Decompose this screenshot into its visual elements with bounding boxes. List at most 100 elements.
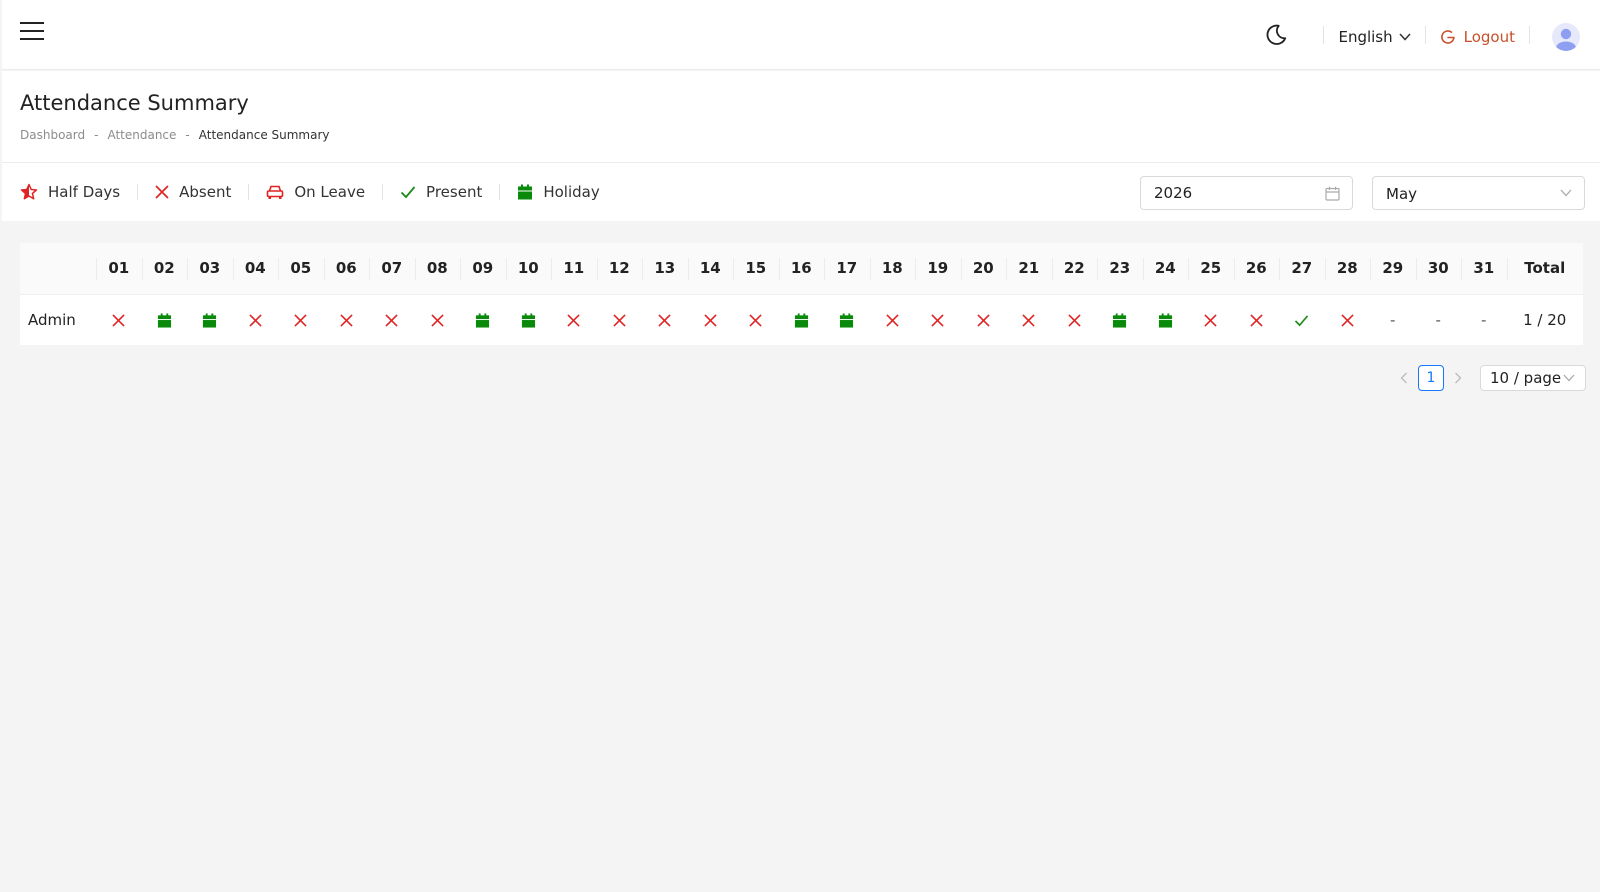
header-day-23: 23	[1097, 243, 1143, 295]
absent-x-icon	[1250, 314, 1263, 327]
calendar-icon	[1325, 186, 1340, 201]
page-size-value: 10 / page	[1490, 369, 1562, 387]
header-day-16: 16	[778, 243, 824, 295]
attendance-cell-29: -	[1390, 310, 1396, 329]
absent-x-icon	[294, 314, 307, 327]
header-day-28: 28	[1324, 243, 1370, 295]
header-day-30: 30	[1415, 243, 1461, 295]
holiday-calendar-icon	[157, 313, 171, 328]
year-input[interactable]	[1154, 184, 1314, 202]
chevron-right-icon	[1455, 372, 1462, 384]
page-header: Attendance Summary Dashboard - Attendanc…	[2, 71, 1600, 163]
top-right-controls: English Logout	[1263, 0, 1580, 70]
page-size-select[interactable]: 10 / page	[1480, 365, 1586, 391]
legend-label: On Leave	[294, 183, 366, 201]
attendance-cell-28	[1325, 294, 1371, 345]
attendance-cell-30: -	[1435, 310, 1441, 329]
next-page-button[interactable]	[1450, 370, 1466, 386]
attendance-cell-25	[1188, 294, 1234, 345]
language-label: English	[1338, 28, 1393, 46]
attendance-cell-23	[1097, 294, 1143, 345]
breadcrumb-attendance[interactable]: Attendance	[107, 128, 176, 142]
header-day-11: 11	[551, 243, 597, 295]
header-day-10: 10	[505, 243, 551, 295]
header-day-08: 08	[414, 243, 460, 295]
logout-button[interactable]: Logout	[1440, 28, 1515, 46]
absent-x-icon	[931, 314, 944, 327]
attendance-cell-10	[506, 294, 552, 345]
dark-mode-moon-icon[interactable]	[1263, 22, 1289, 48]
divider	[1323, 26, 1325, 44]
month-value: May	[1386, 185, 1418, 203]
attendance-cell-12	[597, 294, 643, 345]
present-check-icon	[1295, 315, 1309, 327]
legend-label: Present	[426, 183, 483, 201]
attendance-cell-21	[1006, 294, 1052, 345]
absent-x-icon	[1204, 314, 1217, 327]
holiday-calendar-icon	[1158, 313, 1172, 328]
header-day-02: 02	[141, 243, 187, 295]
header-day-03: 03	[187, 243, 233, 295]
absent-x-icon	[1022, 314, 1035, 327]
attendance-cell-11	[551, 294, 597, 345]
breadcrumb-separator: -	[185, 128, 190, 142]
absent-x-icon	[658, 314, 671, 327]
header-day-24: 24	[1142, 243, 1188, 295]
logout-label: Logout	[1463, 28, 1515, 46]
holiday-calendar-icon	[203, 313, 217, 328]
attendance-total: 1 / 20	[1523, 310, 1567, 329]
header-day-06: 06	[323, 243, 369, 295]
header-day-20: 20	[960, 243, 1006, 295]
holiday-calendar-icon	[476, 313, 490, 328]
language-selector[interactable]: English	[1338, 28, 1411, 46]
absent-x-icon	[704, 314, 717, 327]
header-day-17: 17	[824, 243, 870, 295]
legend-label: Absent	[179, 183, 232, 201]
half-day-star-icon	[20, 183, 38, 200]
legend-label: Holiday	[543, 183, 600, 201]
attendance-cell-05	[278, 294, 324, 345]
user-avatar-icon[interactable]	[1552, 23, 1580, 51]
absent-x-icon	[1341, 314, 1354, 327]
page-title: Attendance Summary	[20, 91, 249, 115]
attendance-cell-14	[688, 294, 734, 345]
legend-absent: Absent	[155, 183, 231, 201]
divider	[1424, 26, 1426, 44]
absent-x-icon	[567, 314, 580, 327]
divider	[248, 184, 250, 200]
header-day-27: 27	[1279, 243, 1325, 295]
attendance-cell-08	[415, 294, 461, 345]
header-day-18: 18	[869, 243, 915, 295]
breadcrumb: Dashboard - Attendance - Attendance Summ…	[20, 128, 330, 142]
month-select[interactable]: May	[1372, 176, 1585, 210]
header-name-column	[20, 243, 96, 295]
divider	[137, 184, 139, 200]
prev-page-button[interactable]	[1396, 370, 1412, 386]
header-day-22: 22	[1051, 243, 1097, 295]
pagination: 1 10 / page	[1396, 365, 1586, 391]
year-picker[interactable]	[1140, 176, 1353, 210]
header-day-29: 29	[1370, 243, 1416, 295]
holiday-calendar-icon	[1113, 313, 1127, 328]
on-leave-car-icon	[267, 185, 284, 199]
menu-toggle-icon[interactable]	[20, 22, 44, 42]
header-day-26: 26	[1233, 243, 1279, 295]
header-day-12: 12	[596, 243, 642, 295]
chevron-left-icon	[1400, 372, 1407, 384]
breadcrumb-dashboard[interactable]: Dashboard	[20, 128, 85, 142]
present-check-icon	[400, 186, 416, 199]
absent-x-icon	[749, 314, 762, 327]
attendance-cell-18	[870, 294, 916, 345]
attendance-cell-24	[1143, 294, 1189, 345]
attendance-cell-13	[642, 294, 688, 345]
attendance-cell-20	[961, 294, 1007, 345]
page-1-button[interactable]: 1	[1418, 365, 1444, 391]
logout-icon	[1440, 30, 1455, 44]
header-day-04: 04	[232, 243, 278, 295]
attendance-cell-02	[142, 294, 188, 345]
legend-filter-bar: Half Days Absent On Leave Present Holida…	[2, 163, 1600, 221]
absent-x-icon	[155, 185, 169, 199]
holiday-calendar-icon	[840, 313, 854, 328]
attendance-cell-09	[460, 294, 506, 345]
attendance-cell-16	[779, 294, 825, 345]
